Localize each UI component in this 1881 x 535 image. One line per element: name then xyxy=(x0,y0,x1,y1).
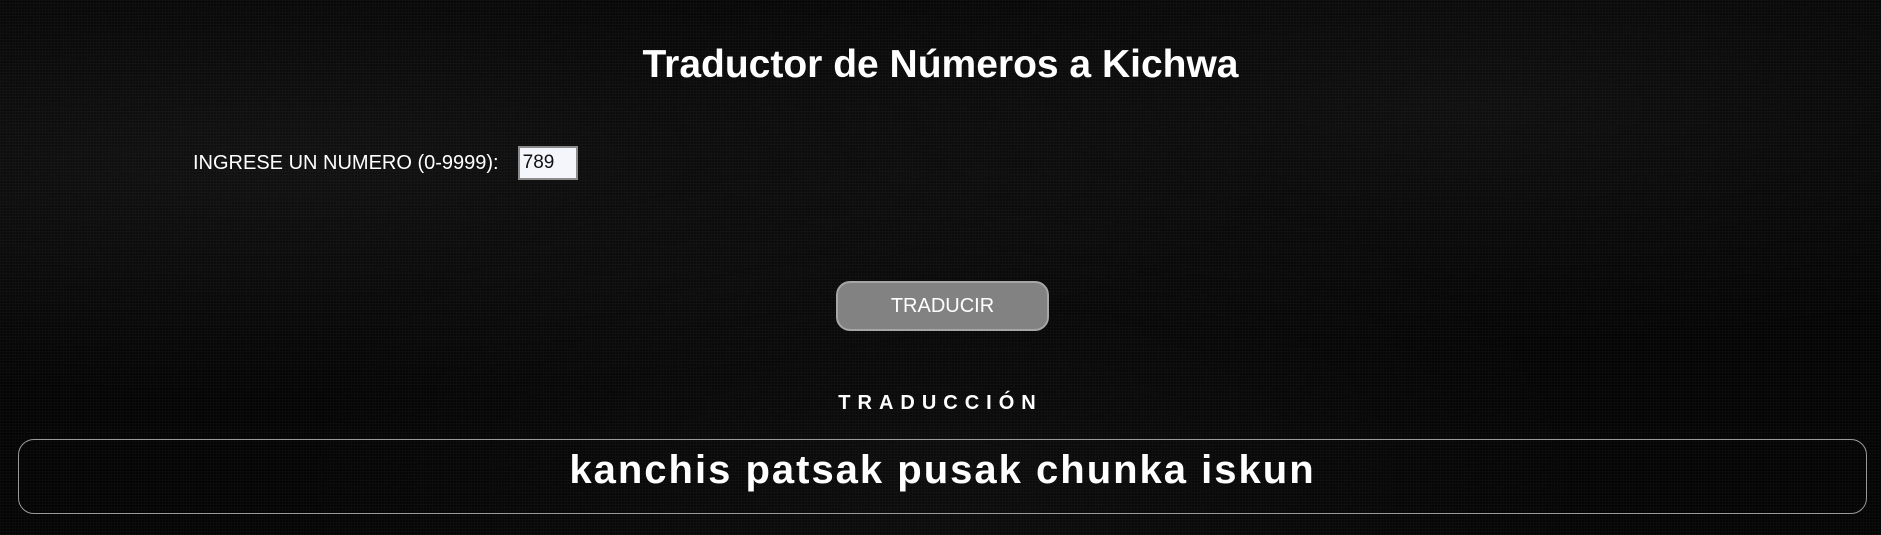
translation-heading: TRADUCCIÓN xyxy=(838,392,1043,414)
page-title: Traductor de Números a Kichwa xyxy=(642,43,1239,86)
translation-result-box: kanchis patsak pusak chunka iskun xyxy=(18,439,1867,514)
translate-button[interactable]: TRADUCIR xyxy=(836,281,1049,331)
number-input-label: INGRESE UN NUMERO (0-9999): xyxy=(193,152,499,174)
translation-result-text: kanchis patsak pusak chunka iskun xyxy=(569,447,1316,492)
number-input-row: INGRESE UN NUMERO (0-9999): xyxy=(193,145,578,181)
number-input[interactable] xyxy=(517,146,578,180)
